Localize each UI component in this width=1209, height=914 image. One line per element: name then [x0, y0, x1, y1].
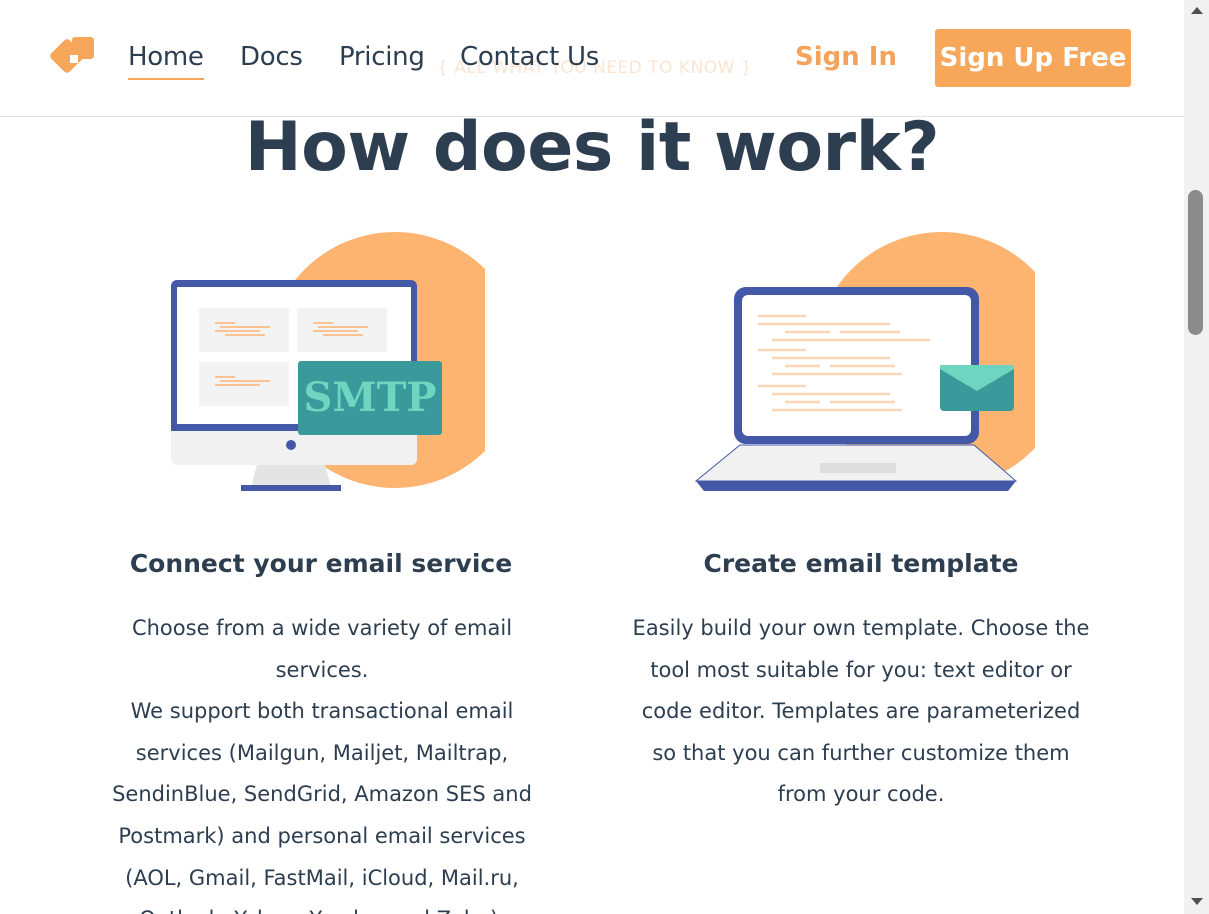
app-logo-icon[interactable]: [50, 35, 96, 81]
site-header: { ALL WHAT YOU NEED TO KNOW } Home Docs …: [0, 0, 1184, 117]
card-title-template: Create email template: [703, 549, 1019, 578]
nav-home-link[interactable]: Home: [128, 42, 204, 80]
nav-contact-link[interactable]: Contact Us: [460, 42, 599, 72]
arrow-down-icon[interactable]: [1191, 898, 1203, 905]
page: { ALL WHAT YOU NEED TO KNOW } Home Docs …: [0, 0, 1184, 914]
section-title: How does it work?: [244, 108, 940, 187]
vertical-scrollbar[interactable]: [1184, 0, 1209, 914]
sign-in-link[interactable]: Sign In: [795, 42, 897, 72]
sign-up-button[interactable]: Sign Up Free: [935, 29, 1131, 87]
nav-pricing-link[interactable]: Pricing: [339, 42, 425, 72]
smtp-label: SMTP: [303, 374, 436, 421]
card-text-template: Easily build your own template. Choose t…: [632, 616, 1090, 807]
smtp-monitor-illustration: SMTP: [171, 232, 485, 491]
scrollbar-thumb[interactable]: [1188, 190, 1203, 335]
arrow-up-icon[interactable]: [1191, 7, 1203, 14]
nav-docs-link[interactable]: Docs: [240, 42, 303, 72]
email-template-laptop-illustration: [694, 232, 1035, 491]
card-text-connect: Choose from a wide variety of email serv…: [112, 616, 532, 914]
card-title-connect: Connect your email service: [129, 549, 513, 578]
